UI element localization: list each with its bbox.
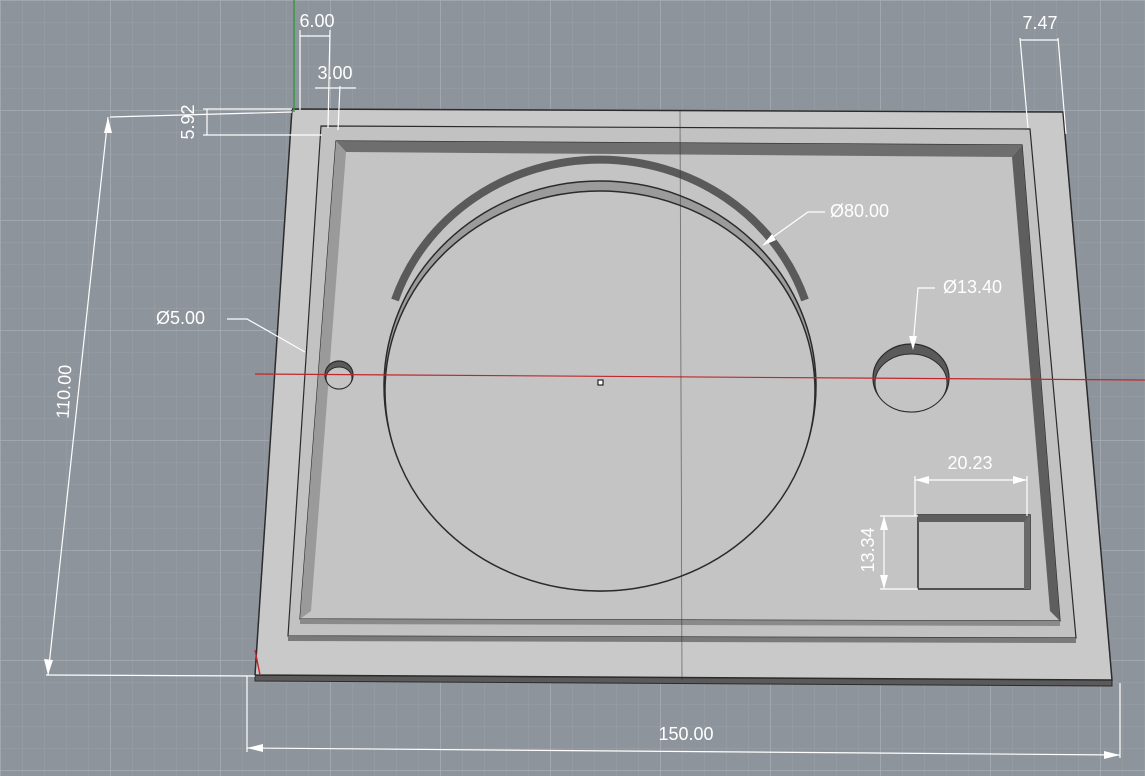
3d-viewport[interactable]: 150.00 110.00 6.00 3.00 5.92 7.47 Ø80.00: [0, 0, 1145, 776]
rectangular-slot[interactable]: [917, 514, 1031, 590]
medium-hole-dimension-text: Ø13.40: [943, 277, 1002, 297]
right-offset-dimension-text: 7.47: [1022, 13, 1057, 33]
top-offset-dimension-text: 5.92: [178, 104, 198, 139]
inner-step-dimension-text: 3.00: [317, 63, 352, 83]
plate-model[interactable]: [254, 108, 1113, 687]
large-hole-dimension-text: Ø80.00: [830, 201, 889, 221]
small-hole-dimension-text: Ø5.00: [156, 308, 205, 328]
width-dimension-text: 150.00: [658, 724, 713, 744]
height-dimension-text: 110.00: [53, 364, 76, 419]
slot-width-dimension-text: 20.23: [947, 453, 992, 473]
slot-height-dimension-text: 13.34: [858, 527, 878, 572]
border-dimension-text: 6.00: [299, 11, 334, 31]
center-point-marker[interactable]: [597, 379, 604, 386]
